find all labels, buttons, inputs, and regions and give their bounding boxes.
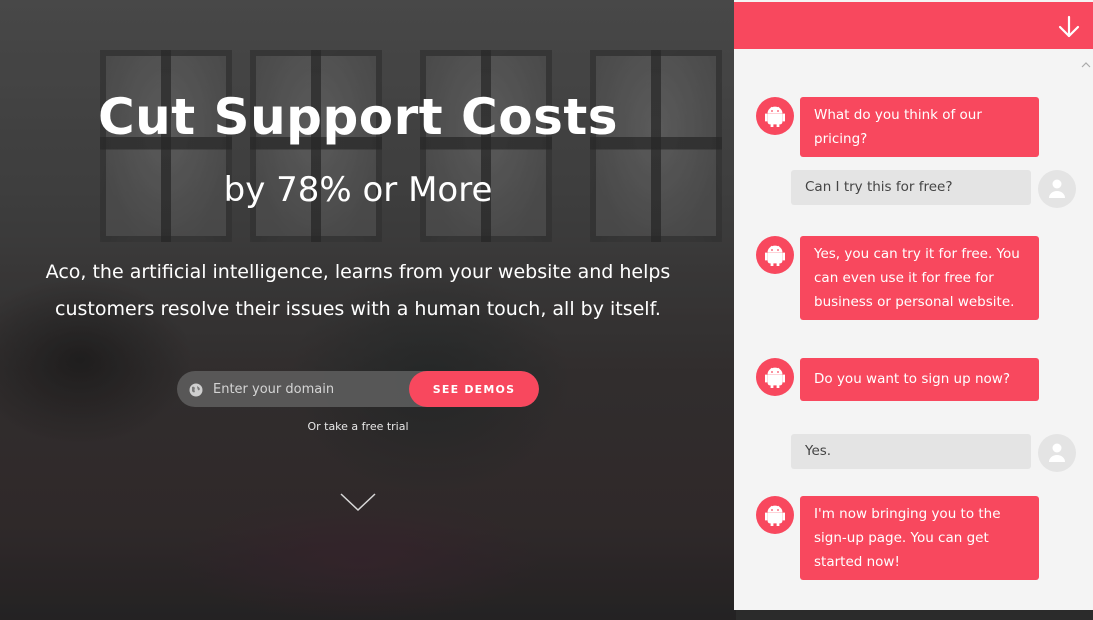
scroll-down-chevron-icon[interactable] [340,492,376,512]
chat-bubble-bot: Yes, you can try it for free. You can ev… [800,236,1039,320]
hero-title: Cut Support Costs [97,88,619,146]
android-bot-icon [756,97,794,135]
see-demos-button[interactable]: SEE DEMOS [409,371,539,407]
domain-form: SEE DEMOS [177,371,539,407]
domain-input[interactable] [213,371,403,407]
hero-section: Cut Support Costs by 78% or More Aco, th… [0,0,736,620]
hero-subtitle: by 78% or More [223,170,493,210]
chat-widget: What do you think of our pricing? Can I … [734,0,1093,610]
chat-bubble-bot: Do you want to sign up now? [800,358,1039,401]
user-silhouette-icon [1038,434,1076,472]
android-bot-icon [756,236,794,274]
scroll-up-arrow-icon[interactable] [1081,55,1091,68]
user-silhouette-icon [1038,170,1076,208]
chat-bubble-user: Yes. [791,434,1031,469]
android-bot-icon [756,496,794,534]
free-trial-link[interactable]: Or take a free trial [0,420,716,433]
chat-bubble-bot: I'm now bringing you to the sign-up page… [800,496,1039,580]
chat-bubble-user: Can I try this for free? [791,170,1031,205]
globe-icon [189,382,203,397]
collapse-arrow-icon[interactable] [1057,15,1081,39]
chat-bubble-bot: What do you think of our pricing? [800,97,1039,157]
android-bot-icon [756,358,794,396]
hero-description: Aco, the artificial intelligence, learns… [45,261,671,320]
chat-header [734,2,1093,49]
chat-scrollbar[interactable] [1079,50,1093,610]
